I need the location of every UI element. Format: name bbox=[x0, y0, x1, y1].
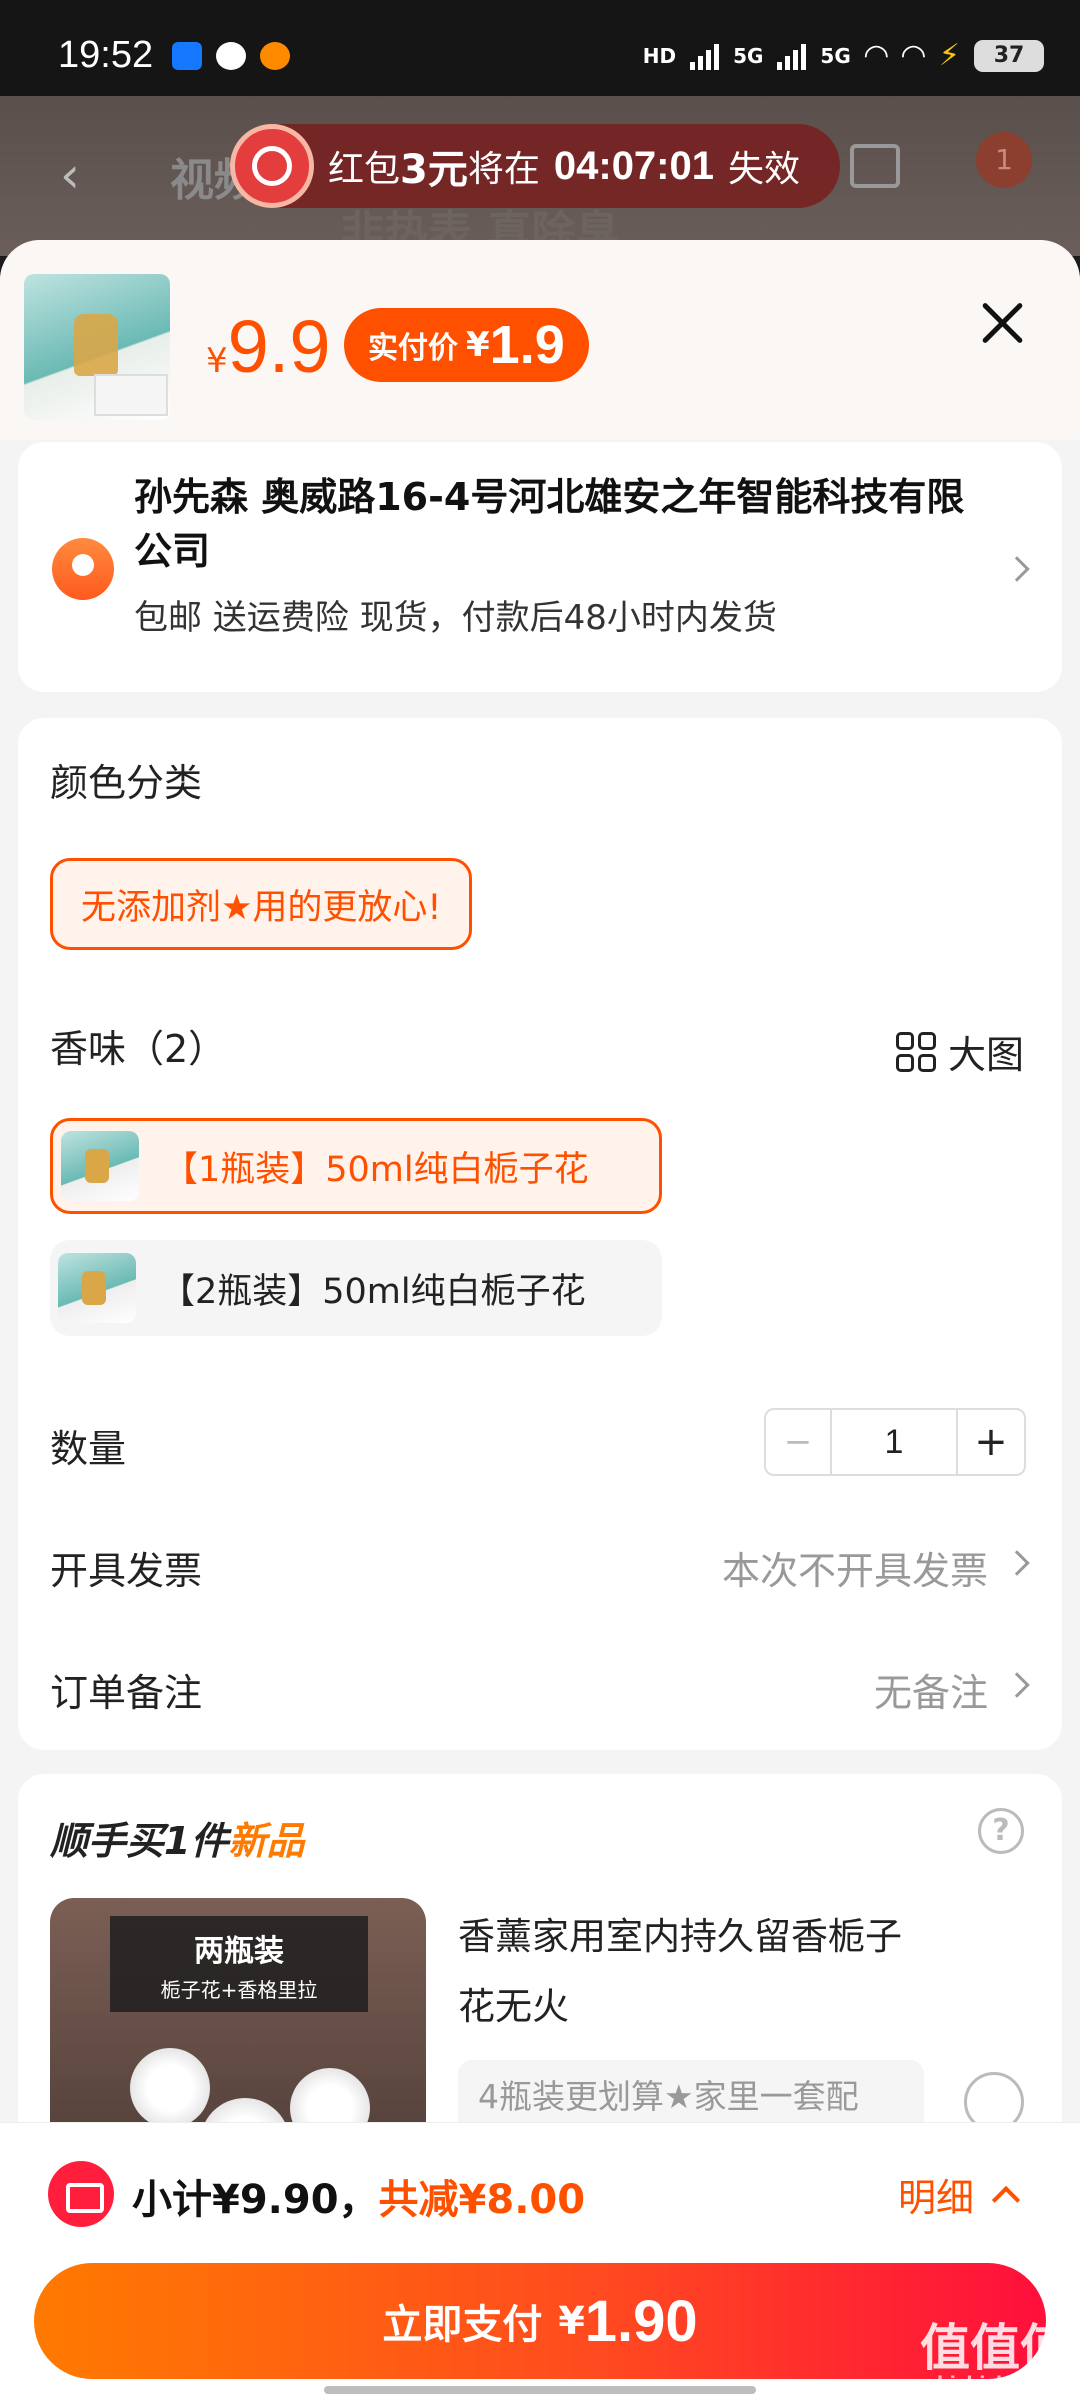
stopwatch-icon bbox=[230, 124, 314, 208]
wifi-icon: ◠ bbox=[864, 38, 888, 73]
back-arrow-icon: ‹ bbox=[60, 146, 80, 204]
address-card[interactable]: 孙先森 奥威路16-4号河北雄安之年智能科技有限公司 包邮 送运费险 现货，付款… bbox=[18, 442, 1062, 692]
battery-icon: 37 bbox=[974, 39, 1044, 72]
coupon-icon bbox=[48, 2161, 114, 2227]
cart-badge: 1 bbox=[976, 132, 1032, 188]
order-note-label: 订单备注 bbox=[50, 1671, 203, 1715]
alipay-icon bbox=[172, 42, 202, 70]
red-packet-middle: 将在 bbox=[467, 149, 540, 190]
scent-option-thumbnail bbox=[58, 1253, 136, 1323]
help-icon[interactable]: ? bbox=[978, 1808, 1024, 1854]
addon-product-name[interactable]: 香薰家用室内持久留香栀子花无火 bbox=[458, 1902, 928, 2042]
app-swirl-icon bbox=[216, 42, 246, 70]
site-watermark: 值值值 zhizhizhi.com bbox=[920, 2319, 1070, 2394]
signal-icon-2 bbox=[777, 42, 807, 70]
wifi-icon-2: ◠ bbox=[901, 38, 925, 73]
quantity-value[interactable]: 1 bbox=[832, 1410, 958, 1474]
chevron-right-icon bbox=[1004, 1672, 1030, 1698]
scent-option-2[interactable]: 【2瓶装】50ml纯白栀子花 bbox=[50, 1240, 662, 1336]
close-icon[interactable] bbox=[976, 296, 1030, 350]
app-heart-icon bbox=[260, 42, 290, 70]
quantity-stepper: − 1 + bbox=[764, 1408, 1026, 1476]
scent-label: 香味（2） bbox=[50, 1027, 227, 1071]
chevron-up-icon bbox=[991, 2185, 1021, 2214]
effective-price-badge: 实付价 ¥ 1.9 bbox=[344, 308, 589, 382]
sheet-header: ¥ 9.9 实付价 ¥ 1.9 bbox=[0, 240, 1080, 440]
shipping-services: 包邮 送运费险 现货，付款后48小时内发货 bbox=[134, 598, 777, 638]
red-packet-banner[interactable]: 红包 3元 将在 04:07:01 失效 bbox=[230, 124, 840, 208]
quantity-increase-button[interactable]: + bbox=[958, 1410, 1024, 1474]
status-time: 19:52 bbox=[58, 34, 154, 76]
subtotal-text: 小计¥9.90， bbox=[132, 2177, 379, 2223]
5g-indicator-2: 5G bbox=[820, 43, 851, 68]
grid-view-icon bbox=[895, 1031, 936, 1072]
addon-image-banner: 两瓶装 栀子花+香格里拉 bbox=[110, 1916, 368, 2012]
5g-indicator: 5G bbox=[733, 43, 764, 68]
chevron-right-icon bbox=[1004, 1550, 1030, 1576]
scent-option-1[interactable]: 【1瓶装】50ml纯白栀子花 bbox=[50, 1118, 662, 1214]
quantity-decrease-button[interactable]: − bbox=[766, 1410, 832, 1474]
invoice-label: 开具发票 bbox=[50, 1549, 203, 1593]
price-detail-button[interactable]: 明细 bbox=[898, 2167, 1021, 2222]
hd-indicator: HD bbox=[642, 43, 677, 68]
scent-option-thumbnail bbox=[61, 1131, 139, 1201]
options-card: 颜色分类 无添加剂★用的更放心! 香味（2） 大图 【1瓶装】50ml纯白栀子花… bbox=[18, 718, 1062, 1750]
signal-icon bbox=[690, 42, 720, 70]
countdown-timer: 04:07:01 bbox=[553, 143, 714, 188]
subtotal-summary: 小计¥9.90，共减¥8.00 bbox=[132, 2167, 585, 2225]
addon-title: 顺手买1件新品 bbox=[50, 1819, 305, 1863]
discount-text: 共减¥8.00 bbox=[378, 2177, 586, 2223]
checkout-bar: 小计¥9.90，共减¥8.00 明细 立即支付 ¥ 1.90 bbox=[0, 2122, 1080, 2400]
pay-now-button[interactable]: 立即支付 ¥ 1.90 bbox=[34, 2263, 1046, 2379]
sku-selection-sheet: ¥ 9.9 实付价 ¥ 1.9 孙先森 奥威路16-4号河北雄安之年智能科技有限… bbox=[0, 240, 1080, 2400]
red-packet-suffix: 失效 bbox=[728, 149, 801, 190]
quantity-label: 数量 bbox=[50, 1427, 127, 1471]
chevron-right-icon bbox=[1004, 556, 1030, 582]
address-text: 孙先森 奥威路16-4号河北雄安之年智能科技有限公司 bbox=[134, 475, 965, 573]
invoice-value[interactable]: 本次不开具发票 bbox=[722, 1540, 988, 1595]
color-option-selected[interactable]: 无添加剂★用的更放心! bbox=[50, 858, 473, 950]
charging-icon: ⚡ bbox=[938, 38, 960, 73]
notification-icons bbox=[172, 42, 290, 70]
red-packet-prefix: 红包 bbox=[328, 149, 401, 190]
product-thumbnail[interactable] bbox=[24, 274, 170, 420]
system-indicators: HD 5G 5G ◠ ◠ ⚡ 37 bbox=[643, 38, 1044, 73]
location-pin-icon bbox=[52, 538, 114, 600]
status-bar: 19:52 HD 5G 5G ◠ ◠ ⚡ 37 bbox=[0, 0, 1080, 96]
cart-icon bbox=[850, 144, 900, 188]
order-note-value[interactable]: 无备注 bbox=[874, 1662, 988, 1717]
red-packet-amount: 3元 bbox=[400, 147, 468, 193]
color-label: 颜色分类 bbox=[50, 761, 203, 805]
product-price: ¥ 9.9 bbox=[206, 305, 331, 388]
home-indicator[interactable] bbox=[324, 2386, 756, 2394]
big-image-toggle[interactable]: 大图 bbox=[895, 1024, 1024, 1079]
